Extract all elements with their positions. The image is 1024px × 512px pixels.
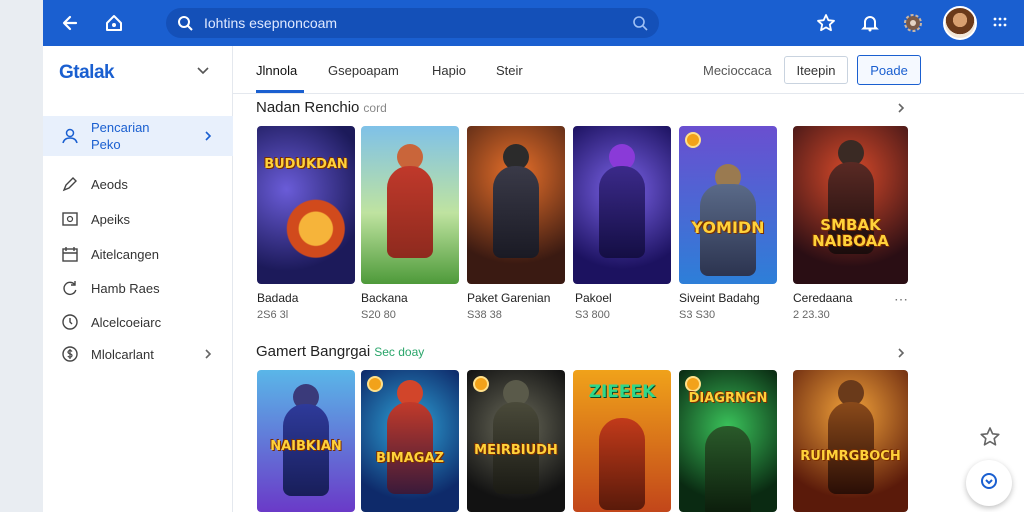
tab-jlnnola[interactable]: Jlnnola xyxy=(256,63,297,78)
search-input[interactable]: Iohtins esepnoncoam xyxy=(204,15,337,31)
section-title: Gamert Bangrgai Sec doay xyxy=(256,343,424,360)
user-avatar[interactable] xyxy=(943,6,977,40)
game-art-title: RUIMRGBOCH xyxy=(800,449,901,464)
game-art-title: BIMAGAZ xyxy=(376,451,444,466)
image-icon xyxy=(60,209,80,229)
sidebar-item-mlolcarlant[interactable]: Mlolcarlant xyxy=(43,334,233,374)
game-card[interactable]: BUDUKDAN xyxy=(257,126,355,284)
game-title[interactable]: Pakoel xyxy=(575,291,612,305)
game-art-title: NAIBKIAN xyxy=(270,439,342,454)
game-card[interactable]: RUIMRGBOCH xyxy=(793,370,908,512)
dollar-icon xyxy=(60,344,80,364)
section-subtitle: cord xyxy=(363,101,387,115)
tab-hapio[interactable]: Hapio xyxy=(432,63,466,78)
game-art-title: MEIRBIUDH xyxy=(474,443,558,458)
settings-gear-icon[interactable] xyxy=(901,11,925,35)
calendar-icon xyxy=(60,244,80,264)
sidebar-item-label: Aeods xyxy=(91,176,128,192)
game-card[interactable]: BIMAGAZ xyxy=(361,370,459,512)
chevron-down-icon[interactable] xyxy=(195,62,211,78)
game-art-title: YOMIDN xyxy=(691,218,765,237)
game-card[interactable]: NAIBKIAN xyxy=(257,370,355,512)
app-grid-icon[interactable] xyxy=(988,11,1012,35)
game-meta: S3 800 xyxy=(575,309,610,321)
game-title[interactable]: Paket Garenian xyxy=(467,291,550,305)
game-card[interactable] xyxy=(467,126,565,284)
game-meta: S38 38 xyxy=(467,309,502,321)
search-bar[interactable]: Iohtins esepnoncoam xyxy=(166,8,659,38)
chevron-right-icon xyxy=(201,129,215,143)
tab-steir[interactable]: Steir xyxy=(496,63,523,78)
section-title: Nadan Renchio cord xyxy=(256,99,387,116)
iteepin-button[interactable]: Iteepin xyxy=(784,56,848,84)
game-card[interactable] xyxy=(361,126,459,284)
section-title-text: Nadan Renchio xyxy=(256,99,360,116)
assistant-button[interactable] xyxy=(966,460,1012,506)
mecioccaca-button[interactable]: Mecioccaca xyxy=(703,56,772,84)
game-meta: S20 80 xyxy=(361,309,396,321)
iteepin-label: Iteepin xyxy=(796,62,836,78)
pen-icon xyxy=(60,174,80,194)
back-arrow-icon[interactable] xyxy=(58,11,82,35)
game-card[interactable]: MEIRBIUDH xyxy=(467,370,565,512)
sidebar-item-label: Pencarian Peko xyxy=(91,120,150,152)
game-art-title: ZIEEEK xyxy=(588,382,656,402)
active-tab-indicator xyxy=(256,90,304,93)
sidebar-item-label: Apeiks xyxy=(91,211,131,227)
game-title[interactable]: Backana xyxy=(361,291,408,305)
refresh-icon xyxy=(60,278,80,298)
clock-icon xyxy=(60,312,80,332)
game-meta: S3 S30 xyxy=(679,309,716,321)
favorite-star-icon[interactable] xyxy=(979,426,1001,448)
home-icon[interactable] xyxy=(102,11,126,35)
game-title[interactable]: Ceredaana xyxy=(793,291,852,305)
game-card[interactable]: SMBAK NAIBOAA xyxy=(793,126,908,284)
game-meta: 2 23.30 xyxy=(793,309,830,321)
game-meta: 2S6 3l xyxy=(257,309,289,321)
more-options-icon[interactable]: ⋯ xyxy=(894,291,909,308)
poade-label: Poade xyxy=(870,62,908,78)
notification-bell-icon[interactable] xyxy=(858,11,882,35)
sidebar-item-label: Alcelcoeiarc xyxy=(91,314,162,330)
game-card[interactable]: ZIEEEK xyxy=(573,370,671,512)
star-icon[interactable] xyxy=(814,11,838,35)
sidebar: Gtalak Pencarian Peko Aeods Apeiks Aitel… xyxy=(43,46,233,512)
assistant-icon xyxy=(979,471,999,496)
chevron-right-icon[interactable] xyxy=(894,346,908,360)
search-icon xyxy=(176,14,194,32)
sidebar-item-search[interactable]: Pencarian Peko xyxy=(43,116,233,156)
game-card[interactable] xyxy=(573,126,671,284)
chevron-right-icon[interactable] xyxy=(894,101,908,115)
user-icon xyxy=(60,126,80,146)
game-art-title: BUDUKDAN xyxy=(264,157,348,172)
poade-button[interactable]: Poade xyxy=(857,55,921,85)
section-subtitle: Sec doay xyxy=(374,345,425,359)
game-art-title: DIAGRNGN xyxy=(688,391,768,406)
game-title[interactable]: Badada xyxy=(257,291,298,305)
sidebar-item-aeods[interactable]: Aeods xyxy=(43,164,233,204)
game-title[interactable]: Siveint Badahg xyxy=(679,291,760,305)
sidebar-item-label: Mlolcarlant xyxy=(91,346,154,362)
sidebar-item-label: Aitelcangen xyxy=(91,246,159,262)
tab-gsepoapam[interactable]: Gsepoapam xyxy=(328,63,399,78)
sidebar-item-label: Hamb Raes xyxy=(91,280,160,296)
sidebar-item-apeiks[interactable]: Apeiks xyxy=(43,199,233,239)
game-card[interactable]: DIAGRNGN xyxy=(679,370,777,512)
search-submit-icon[interactable] xyxy=(631,14,649,32)
section-title-text: Gamert Bangrgai xyxy=(256,343,371,360)
game-art-title: SMBAK NAIBOAA xyxy=(812,216,889,250)
app-logo[interactable]: Gtalak xyxy=(59,62,115,84)
game-card[interactable]: YOMIDN xyxy=(679,126,777,284)
chevron-right-icon xyxy=(201,347,215,361)
